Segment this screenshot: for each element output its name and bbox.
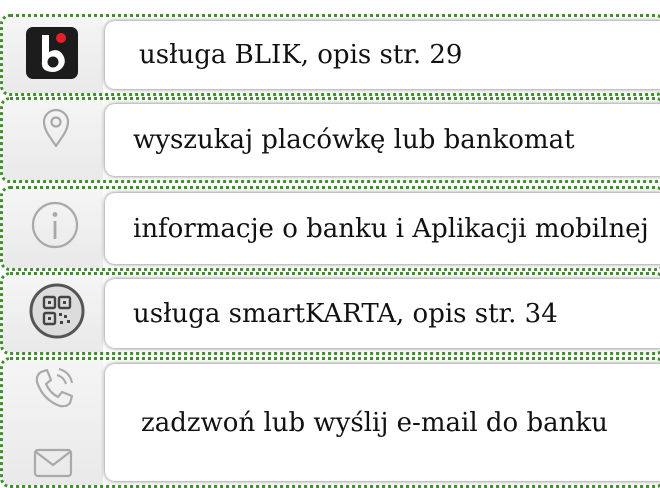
qr-code-icon xyxy=(29,283,85,339)
item-label: informacje o banku i Aplikacji mobilnej xyxy=(133,213,649,244)
menu-legend-page: usługa BLIK, opis str. 29 wyszukaj placó… xyxy=(0,0,660,488)
icon-column xyxy=(3,100,103,180)
phone-icon xyxy=(31,366,77,410)
info-icon xyxy=(30,200,80,250)
item-text-box: zadzwoń lub wyślij e-mail do banku xyxy=(105,364,660,481)
menu-item-blik: usługa BLIK, opis str. 29 xyxy=(0,14,660,96)
icon-column xyxy=(3,275,103,352)
icon-column xyxy=(3,189,103,268)
icon-column xyxy=(3,17,103,93)
menu-item-info: informacje o banku i Aplikacji mobilnej xyxy=(0,186,660,271)
icon-column xyxy=(3,360,103,485)
item-text-box: informacje o banku i Aplikacji mobilnej xyxy=(105,193,660,264)
envelope-icon xyxy=(33,448,73,478)
location-pin-icon xyxy=(41,108,71,148)
blik-logo-icon xyxy=(25,26,79,80)
item-label: zadzwoń lub wyślij e-mail do banku xyxy=(141,407,608,438)
menu-item-contact: zadzwoń lub wyślij e-mail do banku xyxy=(0,357,660,488)
item-label: usługa smartKARTA, opis str. 34 xyxy=(133,298,558,329)
menu-item-smartkarta: usługa smartKARTA, opis str. 34 xyxy=(0,272,660,355)
item-text-box: usługa BLIK, opis str. 29 xyxy=(105,21,660,89)
item-label: wyszukaj placówkę lub bankomat xyxy=(133,125,575,155)
item-label: usługa BLIK, opis str. 29 xyxy=(139,40,463,70)
menu-item-location: wyszukaj placówkę lub bankomat xyxy=(0,97,660,183)
item-text-box: usługa smartKARTA, opis str. 34 xyxy=(105,279,660,348)
item-text-box: wyszukaj placówkę lub bankomat xyxy=(105,104,660,176)
